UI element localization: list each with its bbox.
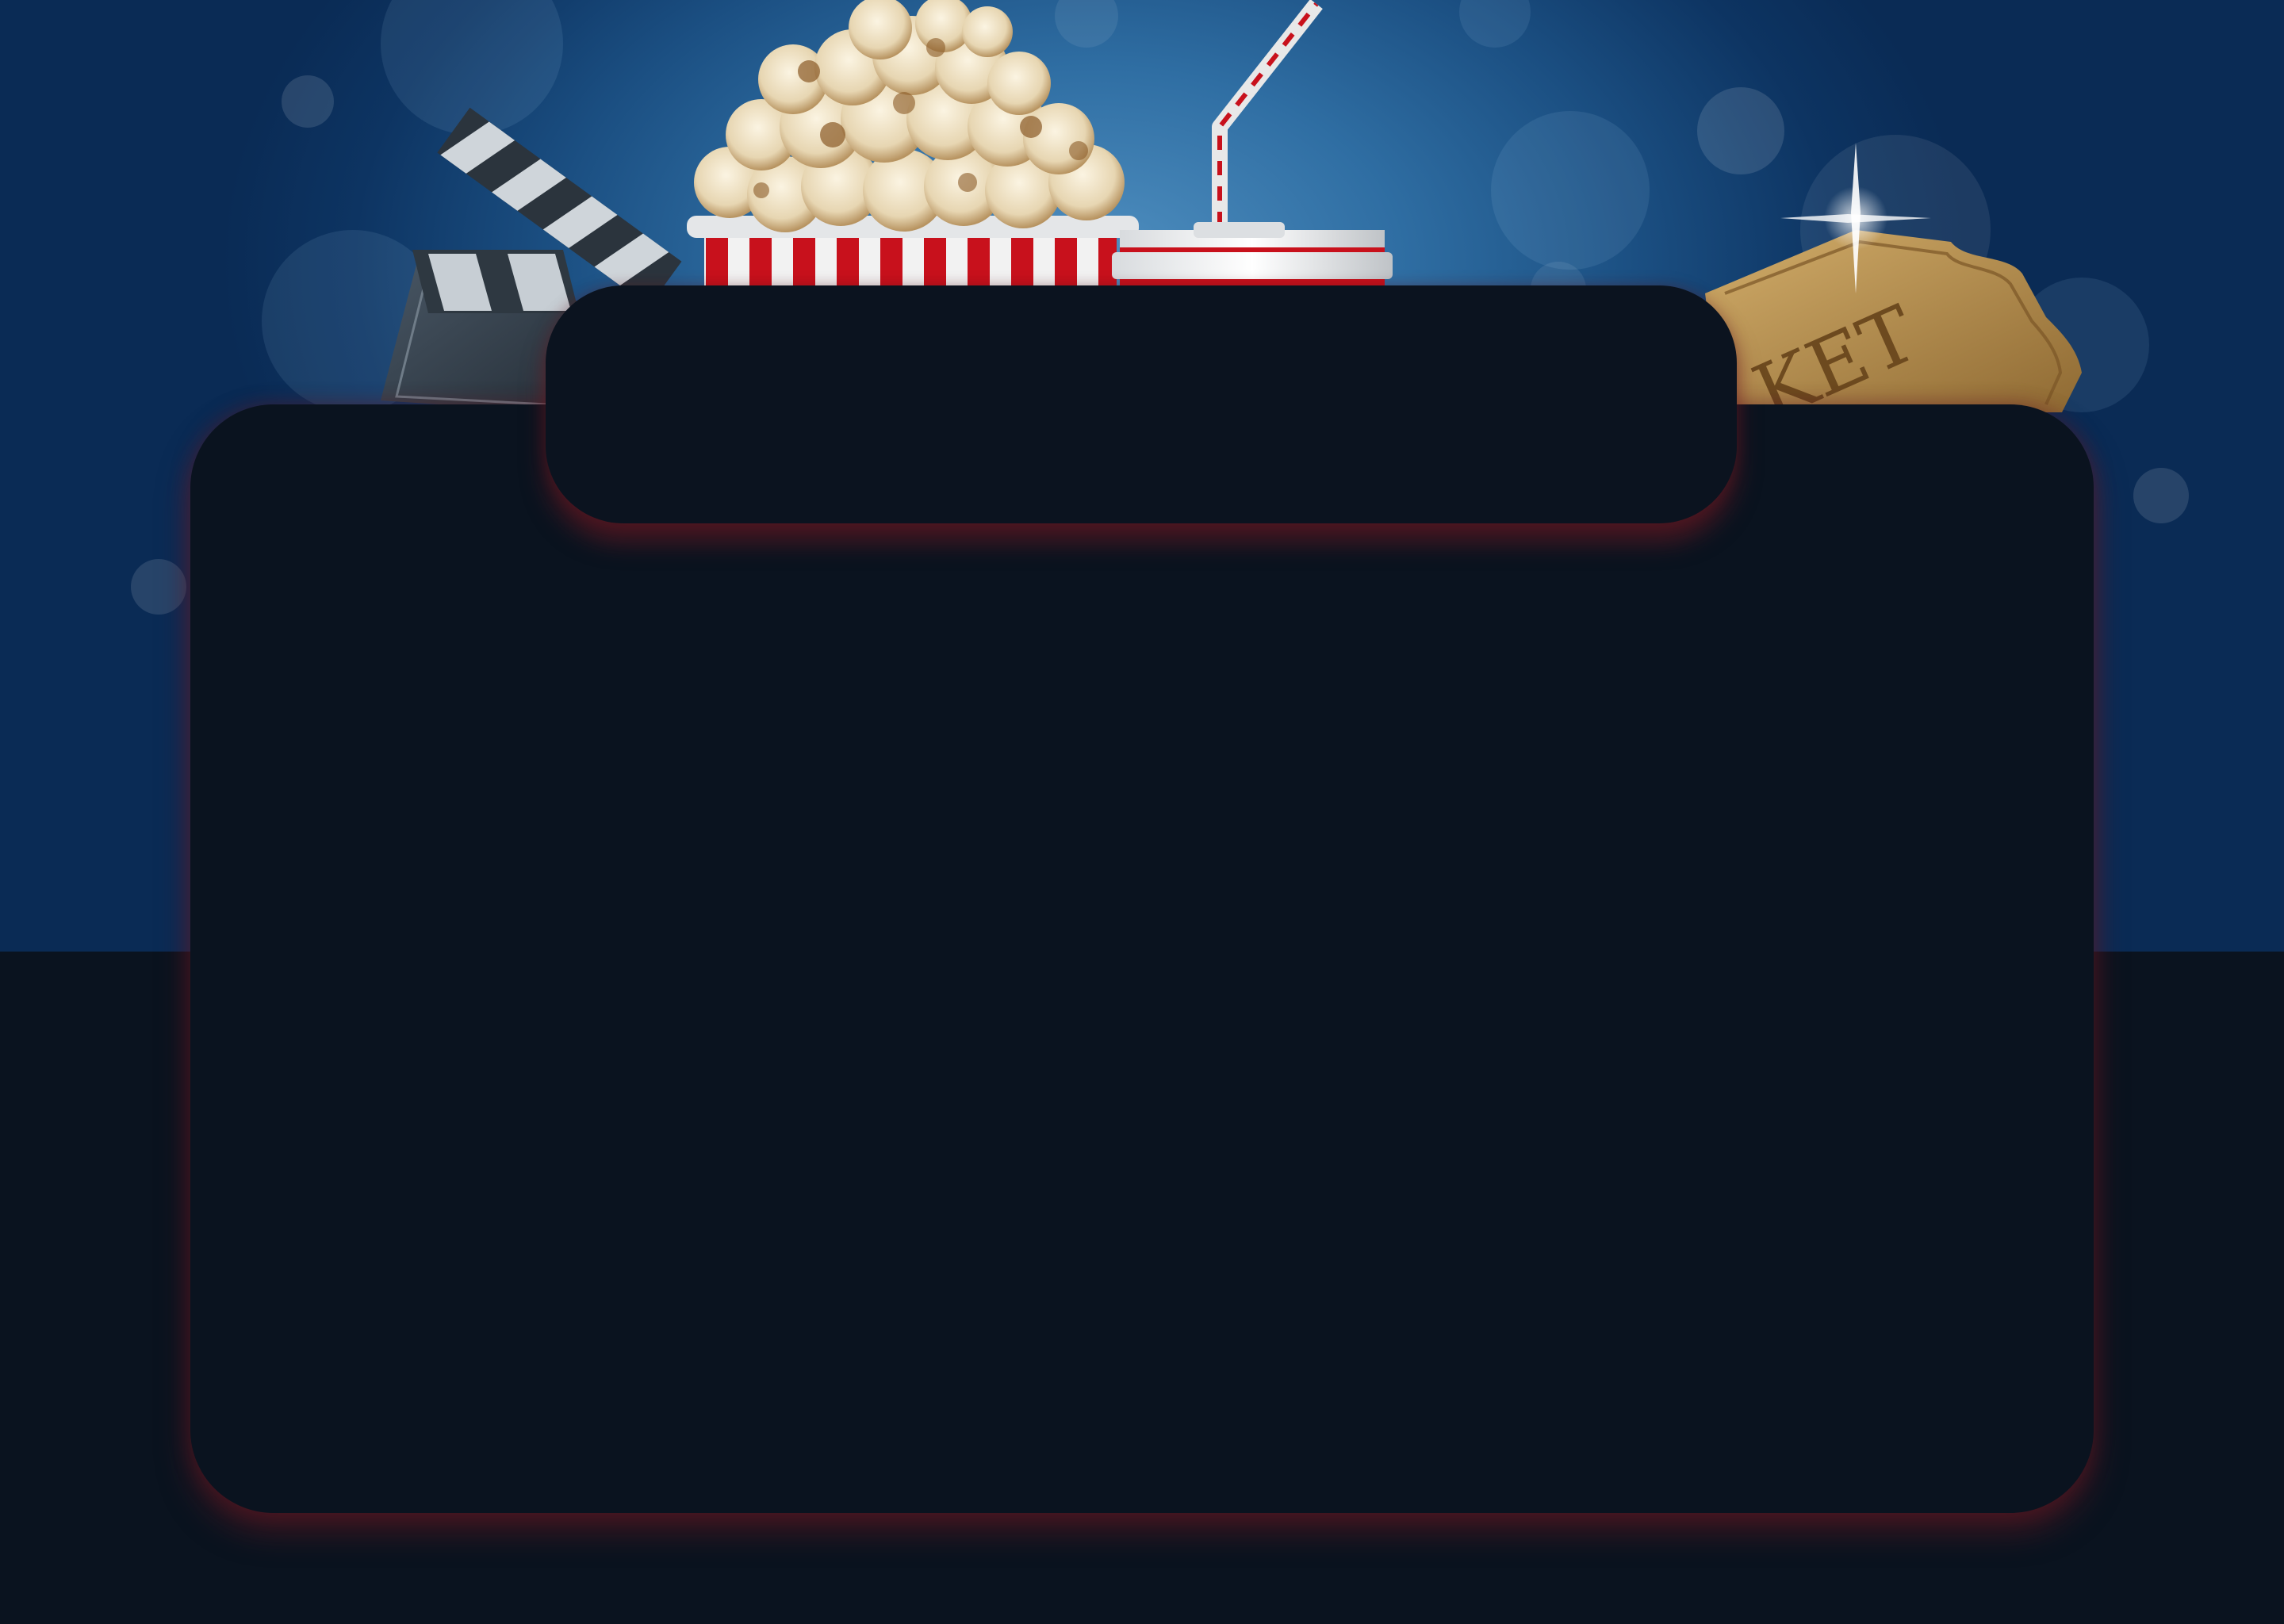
main-content-panel	[190, 404, 2094, 1513]
ticket-icon: KET	[1705, 143, 2082, 439]
popcorn-icon	[687, 0, 1139, 289]
soda-cup-icon	[1112, 0, 1393, 293]
app-root: KET	[0, 0, 2284, 1624]
header-tab-panel	[546, 285, 1737, 523]
